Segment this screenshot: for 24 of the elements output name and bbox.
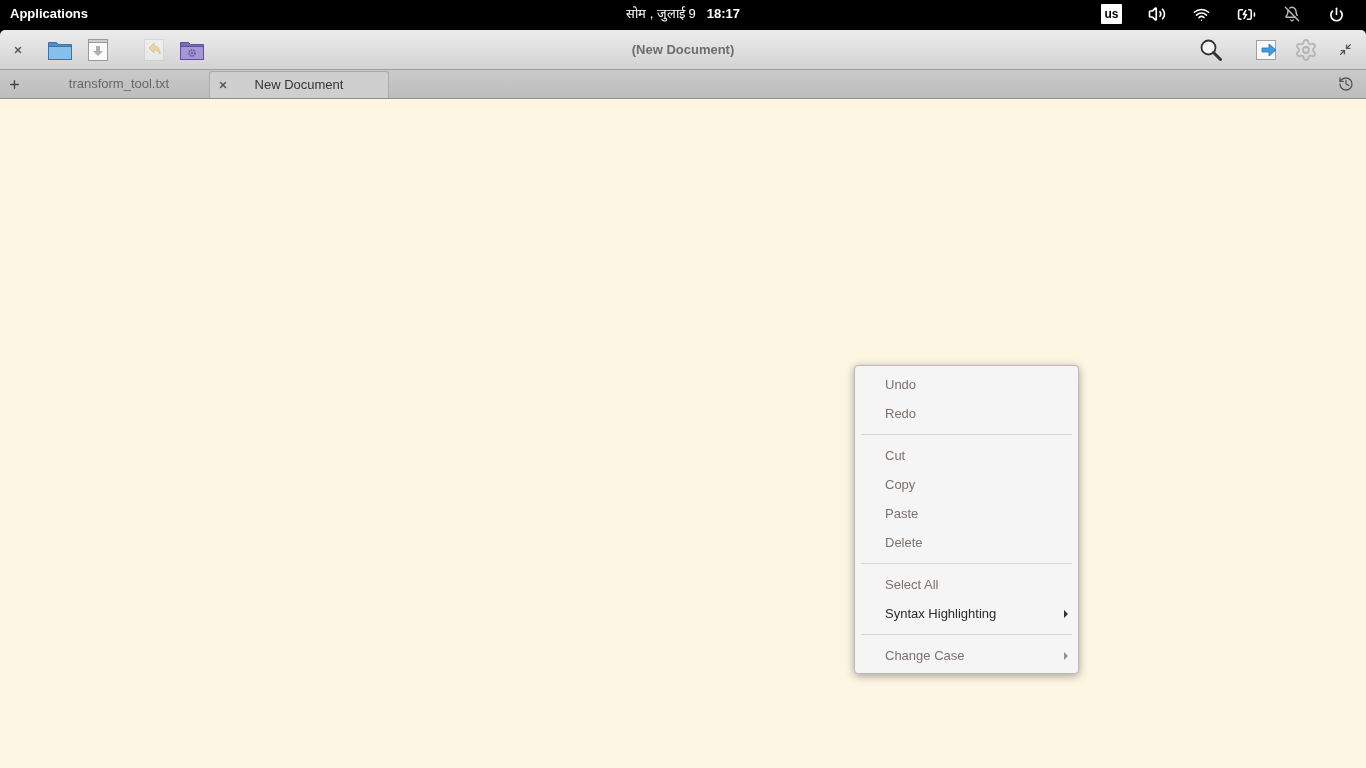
- caret-icon: [1064, 651, 1068, 660]
- arrow-box-icon: [1256, 39, 1278, 60]
- unmaximize-icon: [1338, 43, 1352, 56]
- folder-icon: [48, 39, 72, 60]
- history-icon: [1338, 76, 1354, 92]
- power-icon[interactable]: [1329, 6, 1344, 22]
- menu-item[interactable]: Syntax Highlighting: [855, 599, 1078, 628]
- tab[interactable]: transform_tool.txt: [29, 70, 209, 98]
- search-icon: [1200, 38, 1222, 61]
- close-icon: [218, 80, 228, 90]
- date-label: सोम , जुलाई 9: [626, 5, 696, 24]
- caret-icon: [1064, 609, 1068, 618]
- window-title: (New Document): [631, 40, 735, 59]
- clock-label: 18:17: [706, 5, 740, 24]
- bell-slash-icon[interactable]: [1283, 6, 1300, 22]
- folder-gear-icon: [180, 39, 204, 60]
- applications-menu[interactable]: Applications: [10, 4, 88, 24]
- download-icon: [88, 38, 108, 61]
- close-icon: [13, 44, 23, 55]
- tab[interactable]: New Document: [209, 71, 389, 98]
- keyboard-layout-indicator[interactable]: us: [1101, 4, 1122, 24]
- volume-icon[interactable]: [1147, 5, 1166, 23]
- plus-icon: [8, 77, 21, 91]
- settings-icon: [1294, 37, 1318, 62]
